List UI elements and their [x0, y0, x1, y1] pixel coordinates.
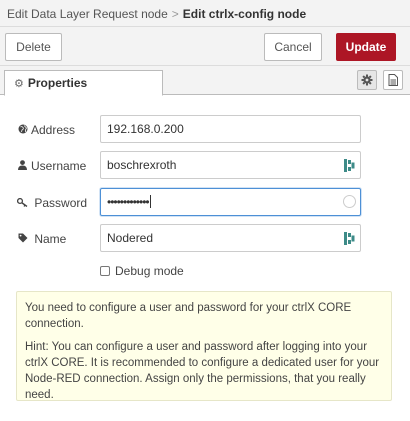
username-field[interactable]: boschrexroth [100, 151, 361, 179]
user-icon [17, 160, 28, 173]
document-icon [388, 74, 398, 86]
delete-button[interactable]: Delete [5, 33, 62, 61]
password-manager-icon[interactable] [344, 159, 355, 172]
text-cursor [149, 195, 151, 208]
settings-tab-button[interactable] [357, 70, 377, 90]
breadcrumb-parent[interactable]: Edit Data Layer Request node [7, 7, 168, 21]
password-value: ••••••••••••• [107, 195, 150, 209]
password-row: Password ••••••••••••• [16, 188, 377, 218]
tab-properties[interactable]: ⚙ Properties [4, 70, 163, 96]
gear-icon: ⚙ [14, 78, 24, 90]
key-icon [16, 197, 28, 210]
name-row: Name Nodered [17, 224, 377, 254]
info-text-1: You need to configure a user and passwor… [25, 302, 352, 330]
cancel-button[interactable]: Cancel [264, 33, 322, 61]
name-value: Nodered [107, 231, 154, 245]
debug-mode-label: Debug mode [115, 264, 184, 278]
name-label: Name [17, 232, 66, 246]
username-value: boschrexroth [107, 158, 177, 172]
debug-mode-checkbox[interactable] [100, 266, 110, 276]
gear-icon [361, 74, 373, 86]
globe-icon [17, 124, 28, 137]
address-row: Address 192.168.0.200 [17, 115, 377, 145]
breadcrumb-current: Edit ctrlx-config node [182, 7, 307, 21]
password-field[interactable]: ••••••••••••• [100, 188, 361, 216]
info-box: You need to configure a user and passwor… [16, 291, 392, 401]
loading-spinner-icon [343, 195, 356, 208]
breadcrumb: Edit Data Layer Request node > Edit ctrlx-… [0, 0, 410, 27]
name-field[interactable]: Nodered [100, 224, 361, 252]
username-label: Username [17, 159, 86, 173]
info-text-2: Hint: You can configure a user and passw… [25, 341, 380, 401]
debug-mode-option: Debug mode [100, 264, 184, 278]
username-row: Username boschrexroth [17, 151, 377, 181]
password-label: Password [16, 196, 87, 210]
description-tab-button[interactable] [383, 70, 403, 90]
update-button[interactable]: Update [336, 33, 396, 61]
tag-icon [17, 233, 28, 246]
address-field[interactable]: 192.168.0.200 [100, 115, 361, 143]
tab-strip: ⚙ Properties [0, 66, 410, 96]
address-label: Address [17, 123, 75, 137]
tab-properties-label: Properties [27, 76, 88, 90]
password-manager-icon[interactable] [344, 232, 355, 245]
dialog-toolbar: Delete Cancel Update [0, 27, 410, 66]
breadcrumb-separator: > [171, 7, 179, 21]
